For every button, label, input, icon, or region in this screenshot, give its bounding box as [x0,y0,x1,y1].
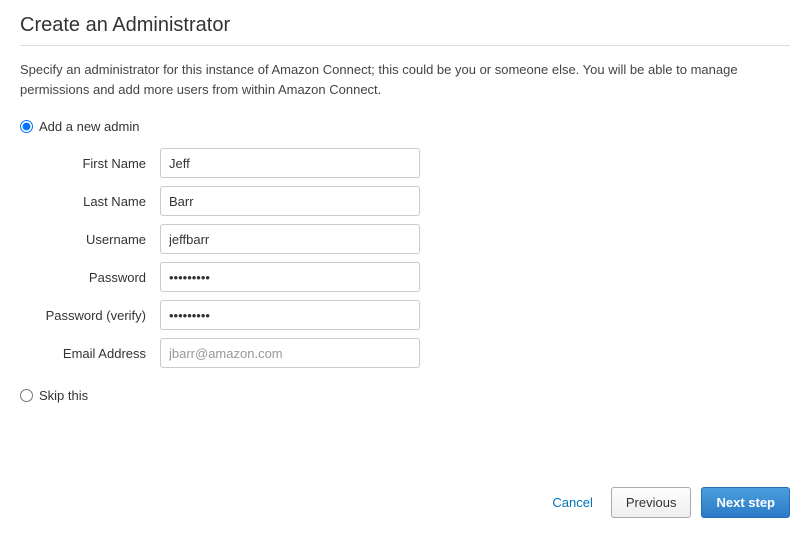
option-skip-label: Skip this [39,388,88,403]
label-username: Username [20,232,160,247]
input-username[interactable] [160,224,420,254]
footer-actions: Cancel Previous Next step [544,487,790,518]
label-password-verify: Password (verify) [20,308,160,323]
page-title: Create an Administrator [20,14,790,37]
radio-skip[interactable] [20,389,33,402]
input-password[interactable] [160,262,420,292]
label-password: Password [20,270,160,285]
row-username: Username [20,224,790,254]
row-password-verify: Password (verify) [20,300,790,330]
previous-button[interactable]: Previous [611,487,692,518]
row-password: Password [20,262,790,292]
cancel-button[interactable]: Cancel [544,489,600,516]
option-add-admin[interactable]: Add a new admin [20,119,790,134]
option-skip[interactable]: Skip this [20,388,790,403]
label-last-name: Last Name [20,194,160,209]
title-divider [20,45,790,46]
next-step-button[interactable]: Next step [701,487,790,518]
option-add-admin-label: Add a new admin [39,119,139,134]
input-email[interactable] [160,338,420,368]
row-last-name: Last Name [20,186,790,216]
input-password-verify[interactable] [160,300,420,330]
row-email: Email Address [20,338,790,368]
input-last-name[interactable] [160,186,420,216]
row-first-name: First Name [20,148,790,178]
page-description: Specify an administrator for this instan… [20,60,790,99]
admin-form: First Name Last Name Username Password P… [20,148,790,368]
create-admin-page: Create an Administrator Specify an admin… [0,0,810,534]
label-email: Email Address [20,346,160,361]
input-first-name[interactable] [160,148,420,178]
radio-add-admin[interactable] [20,120,33,133]
label-first-name: First Name [20,156,160,171]
